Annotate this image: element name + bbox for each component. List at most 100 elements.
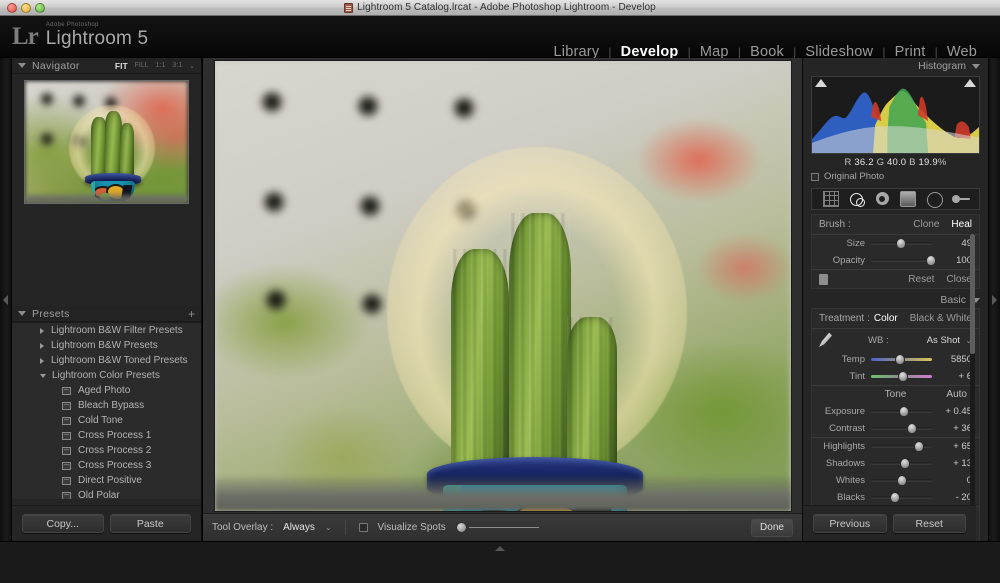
copy-settings-button[interactable]: Copy...	[22, 514, 104, 533]
slider-track[interactable]	[871, 238, 932, 249]
trash-icon[interactable]	[819, 273, 828, 285]
slider-knob[interactable]	[895, 238, 906, 249]
right-panel-scrollbar[interactable]	[970, 234, 975, 540]
tint-slider[interactable]: Tint + 6	[812, 368, 979, 385]
presets-header[interactable]: Presets +	[12, 306, 201, 322]
left-panel-collapse-handle[interactable]	[0, 58, 12, 541]
treatment-row[interactable]: Treatment : Color Black & White	[812, 309, 979, 328]
preset-item-cross-process-2[interactable]: Cross Process 2	[12, 443, 201, 458]
treatment-color-option[interactable]: Color	[874, 313, 898, 324]
histogram-header[interactable]: Histogram	[803, 58, 988, 74]
chevron-down-icon[interactable]: ⌄	[325, 523, 332, 532]
exposure-slider[interactable]: Exposure + 0.45	[812, 403, 979, 420]
preset-item-cross-process-1[interactable]: Cross Process 1	[12, 428, 201, 443]
slider-track[interactable]	[871, 475, 932, 486]
photo-stage[interactable]	[203, 58, 802, 513]
zoom-1-1[interactable]: 1:1	[156, 62, 166, 69]
develop-tool-strip[interactable]	[811, 188, 980, 210]
brush-size-slider[interactable]: Size 49	[812, 235, 979, 252]
preset-item-cold-tone[interactable]: Cold Tone	[12, 413, 201, 428]
slider-track[interactable]	[871, 406, 932, 417]
done-button[interactable]: Done	[751, 518, 793, 537]
preset-item-aged-photo[interactable]: Aged Photo	[12, 383, 201, 398]
paste-settings-button[interactable]: Paste	[109, 514, 191, 533]
chevron-down-icon[interactable]	[972, 63, 980, 69]
slider-knob[interactable]	[890, 492, 901, 503]
preset-group-bw[interactable]: Lightroom B&W Presets	[12, 338, 201, 353]
slider-knob[interactable]	[907, 423, 918, 434]
zoom-3-1[interactable]: 3:1	[172, 62, 182, 69]
slider-track[interactable]	[871, 354, 932, 365]
presets-list[interactable]: Lightroom B&W Filter Presets Lightroom B…	[12, 322, 201, 499]
preset-item-old-polar[interactable]: Old Polar	[12, 488, 201, 499]
graduated-filter-tool-icon[interactable]	[900, 191, 917, 207]
highlight-clipping-indicator[interactable]	[964, 79, 976, 87]
adjustment-brush-tool-icon[interactable]	[952, 191, 971, 207]
previous-button[interactable]: Previous	[813, 514, 887, 533]
slider-knob[interactable]	[896, 475, 907, 486]
brush-close-button[interactable]: Close	[946, 274, 972, 285]
eyedropper-icon[interactable]	[819, 332, 832, 347]
preset-group-color[interactable]: Lightroom Color Presets	[12, 368, 201, 383]
contrast-slider[interactable]: Contrast + 36	[812, 420, 979, 437]
radial-filter-tool-icon[interactable]	[926, 191, 943, 208]
scrollbar-thumb[interactable]	[970, 234, 975, 354]
preset-item-direct-positive[interactable]: Direct Positive	[12, 473, 201, 488]
whites-slider[interactable]: Whites 0	[812, 472, 979, 489]
crop-overlay-tool-icon[interactable]	[822, 191, 839, 207]
slider-knob[interactable]	[895, 354, 906, 365]
navigator-menu-caret[interactable]: ⌄	[189, 62, 195, 70]
tool-overlay-value[interactable]: Always	[283, 522, 315, 533]
spot-removal-tool-icon[interactable]	[849, 191, 865, 207]
original-photo-checkbox[interactable]	[811, 172, 819, 181]
navigator-header[interactable]: Navigator FIT FILL 1:1 3:1 ⌄	[12, 58, 201, 74]
histogram-chart[interactable]	[811, 76, 980, 154]
slider-track[interactable]	[871, 492, 932, 503]
brush-heal-option[interactable]: Heal	[951, 219, 972, 230]
contrast-label: Contrast	[829, 423, 865, 434]
treatment-bw-option[interactable]: Black & White	[910, 313, 972, 324]
slider-knob[interactable]	[925, 255, 936, 266]
brush-opacity-slider[interactable]: Opacity 100	[812, 252, 979, 269]
shadows-slider[interactable]: Shadows + 13	[812, 455, 979, 472]
navigator-zoom-levels[interactable]: FIT FILL 1:1 3:1 ⌄	[115, 61, 195, 71]
slider-knob[interactable]	[455, 522, 467, 533]
chevron-down-icon[interactable]	[495, 546, 505, 551]
temp-slider[interactable]: Temp 5850	[812, 351, 979, 368]
add-preset-button[interactable]: +	[188, 308, 195, 320]
visualize-spots-checkbox[interactable]	[358, 523, 368, 532]
auto-tone-button[interactable]: Auto	[946, 386, 967, 403]
slider-knob[interactable]	[913, 441, 924, 452]
slider-track[interactable]	[871, 255, 936, 266]
slider-track[interactable]	[871, 371, 932, 382]
visualize-spots-slider[interactable]	[455, 522, 539, 533]
highlights-slider[interactable]: Highlights + 65	[812, 438, 979, 455]
brush-mode-row[interactable]: Brush : Clone Heal	[812, 215, 979, 234]
slider-knob[interactable]	[898, 406, 909, 417]
preset-group-bw-filter[interactable]: Lightroom B&W Filter Presets	[12, 323, 201, 338]
preset-item-bleach-bypass[interactable]: Bleach Bypass	[12, 398, 201, 413]
blacks-slider[interactable]: Blacks - 20	[812, 489, 979, 506]
navigator-thumbnail[interactable]	[24, 80, 189, 204]
right-panel-collapse-handle[interactable]	[988, 58, 1000, 541]
slider-track[interactable]	[468, 527, 539, 528]
brush-reset-button[interactable]: Reset	[908, 274, 934, 285]
zoom-fit[interactable]: FIT	[115, 61, 128, 71]
zoom-fill[interactable]: FILL	[135, 62, 149, 69]
wb-value[interactable]: As Shot	[927, 335, 960, 346]
slider-knob[interactable]	[897, 371, 908, 382]
basic-panel-header[interactable]: Basic	[803, 292, 988, 308]
white-balance-row[interactable]: WB : As Shot ⌄	[812, 329, 979, 351]
shadow-clipping-indicator[interactable]	[815, 79, 827, 87]
slider-track[interactable]	[871, 458, 932, 469]
slider-track[interactable]	[871, 441, 932, 452]
photo-preview[interactable]	[214, 60, 791, 511]
reset-button[interactable]: Reset	[892, 514, 966, 533]
slider-track[interactable]	[871, 423, 932, 434]
brush-clone-option[interactable]: Clone	[913, 219, 939, 230]
original-photo-row[interactable]: Original Photo	[803, 169, 988, 186]
preset-group-bw-toned[interactable]: Lightroom B&W Toned Presets	[12, 353, 201, 368]
red-eye-correction-tool-icon[interactable]	[875, 191, 891, 207]
slider-knob[interactable]	[899, 458, 910, 469]
preset-item-cross-process-3[interactable]: Cross Process 3	[12, 458, 201, 473]
